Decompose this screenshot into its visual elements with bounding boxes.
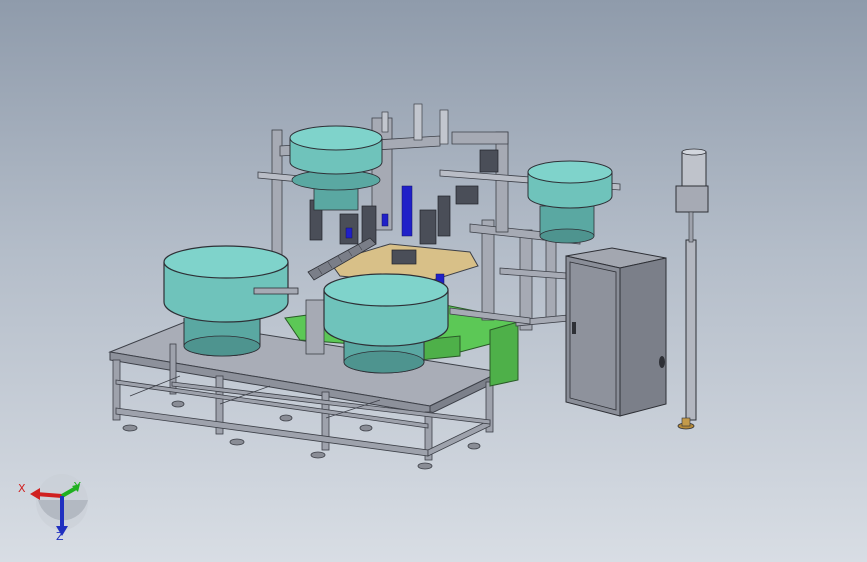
y-axis-label: Y [73,480,81,493]
cad-viewport[interactable]: X Y Z [0,0,867,562]
z-axis-label: Z [56,530,64,543]
bowl-feeder-back-left [289,125,383,211]
bowl-feeder-right [527,160,613,244]
signal-pole [675,148,709,430]
electrical-cabinet [565,247,667,417]
x-axis-arrow-icon [30,488,40,500]
x-axis-label: X [18,482,26,495]
cabinet-handle [572,322,576,334]
coordinate-triad: X Y Z [18,474,88,543]
